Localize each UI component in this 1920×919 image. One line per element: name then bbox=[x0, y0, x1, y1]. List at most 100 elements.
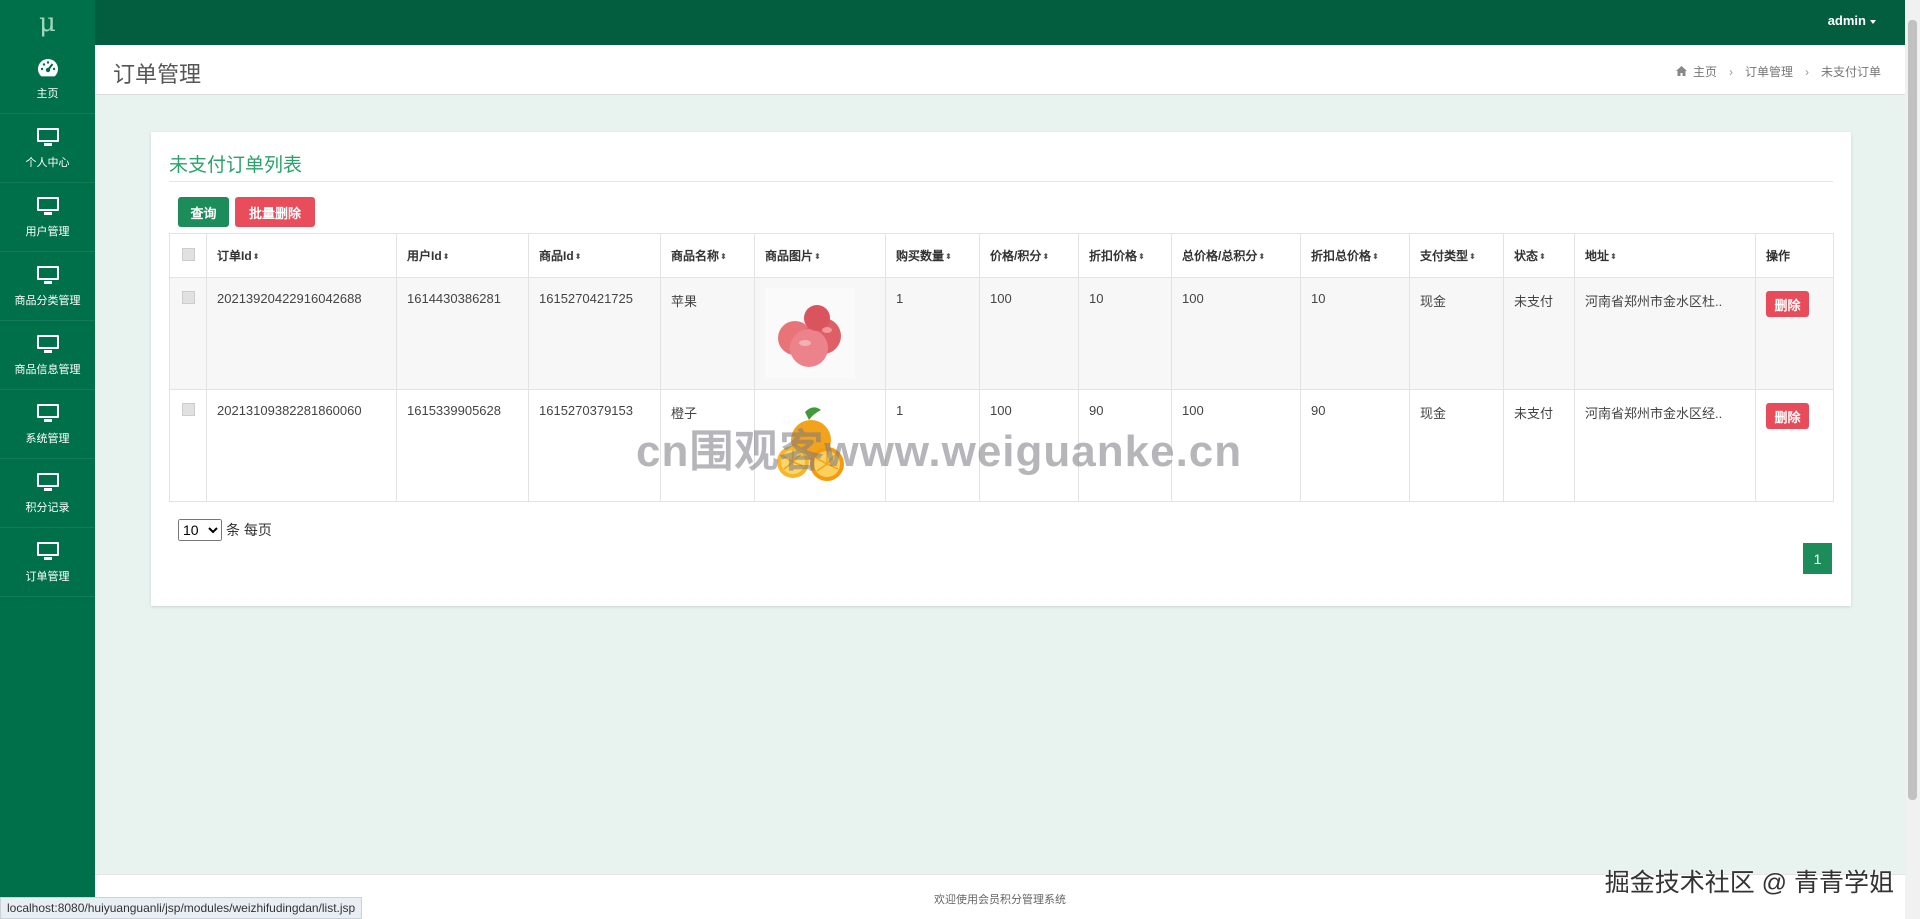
divider bbox=[169, 181, 1833, 182]
column-header[interactable]: 购买数量⬍ bbox=[885, 233, 980, 278]
delete-button[interactable]: 删除 bbox=[1766, 291, 1809, 317]
row-checkbox[interactable] bbox=[181, 403, 195, 416]
monitor-icon bbox=[35, 195, 61, 217]
apple-image bbox=[765, 288, 855, 378]
sort-icon: ⬍ bbox=[1042, 252, 1050, 262]
cell-goods-image bbox=[754, 277, 886, 390]
page-size-select[interactable]: 10 bbox=[178, 519, 222, 541]
column-header[interactable]: 价格/积分⬍ bbox=[979, 233, 1079, 278]
order-list-card: 未支付订单列表 查询 批量删除 订单Id⬍ 用户Id⬍ 商品Id⬍ 商品名称⬍ … bbox=[151, 132, 1851, 606]
sidebar-item-home[interactable]: 主页 bbox=[0, 45, 95, 114]
cell-status: 未支付 bbox=[1503, 389, 1575, 502]
user-menu[interactable]: admin bbox=[1828, 13, 1876, 28]
sort-icon: ⬍ bbox=[1610, 252, 1617, 262]
column-header[interactable]: 用户Id⬍ bbox=[396, 233, 529, 278]
cell-pay-type: 现金 bbox=[1409, 277, 1504, 390]
sidebar-item-profile[interactable]: 个人中心 bbox=[0, 114, 95, 183]
monitor-icon bbox=[35, 402, 61, 424]
monitor-icon bbox=[35, 126, 61, 148]
breadcrumb-orders[interactable]: 订单管理 bbox=[1745, 63, 1793, 80]
sort-icon: ⬍ bbox=[945, 252, 952, 262]
query-button[interactable]: 查询 bbox=[178, 197, 229, 227]
monitor-icon bbox=[35, 264, 61, 286]
cell-discount-total: 10 bbox=[1300, 277, 1410, 390]
chevron-right-icon: › bbox=[1728, 64, 1733, 79]
cell-status: 未支付 bbox=[1503, 277, 1575, 390]
caret-down-icon bbox=[1870, 19, 1876, 24]
sidebar-item-label: 商品分类管理 bbox=[14, 295, 81, 307]
table-header-row: 订单Id⬍ 用户Id⬍ 商品Id⬍ 商品名称⬍ 商品图片⬍ 购买数量⬍ 价格/积… bbox=[169, 233, 1834, 278]
cell-address: 河南省郑州市金水区杜.. bbox=[1574, 277, 1756, 390]
sidebar-item-goods[interactable]: 商品信息管理 bbox=[0, 321, 95, 390]
sidebar-item-orders[interactable]: 订单管理 bbox=[0, 528, 95, 597]
column-header[interactable]: 总价格/总积分⬍ bbox=[1171, 233, 1301, 278]
sort-icon: ⬍ bbox=[1258, 252, 1266, 262]
page-button-current[interactable]: 1 bbox=[1803, 543, 1832, 574]
sort-icon: ⬍ bbox=[1539, 252, 1546, 262]
page-size-label: 条 每页 bbox=[226, 522, 272, 538]
user-name: admin bbox=[1827, 13, 1866, 28]
breadcrumb-home[interactable]: 主页 bbox=[1693, 63, 1717, 80]
cell-user-id: 1614430386281 bbox=[396, 277, 529, 390]
sort-icon: ⬍ bbox=[1469, 252, 1476, 262]
watermark: cn围观客www.weiguanke.cn bbox=[636, 427, 1243, 476]
select-all-cell bbox=[169, 233, 207, 278]
delete-button[interactable]: 删除 bbox=[1766, 403, 1809, 429]
cell-pay-type: 现金 bbox=[1409, 389, 1504, 502]
sidebar-item-users[interactable]: 用户管理 bbox=[0, 183, 95, 252]
sidebar-item-points[interactable]: 积分记录 bbox=[0, 459, 95, 528]
cell-order-id: 20213920422916042688 bbox=[206, 277, 397, 390]
cell-discount-price: 10 bbox=[1078, 277, 1172, 390]
sort-icon: ⬍ bbox=[814, 252, 821, 262]
table-row: 20213920422916042688 1614430386281 16152… bbox=[169, 277, 1834, 390]
column-header[interactable]: 商品Id⬍ bbox=[528, 233, 661, 278]
column-header[interactable]: 商品图片⬍ bbox=[754, 233, 886, 278]
top-bar: admin bbox=[95, 0, 1920, 45]
sidebar-item-categories[interactable]: 商品分类管理 bbox=[0, 252, 95, 321]
page-scrollbar[interactable] bbox=[1905, 0, 1920, 919]
sidebar-item-label: 系统管理 bbox=[25, 433, 70, 445]
sidebar-item-label: 积分记录 bbox=[25, 502, 70, 514]
column-header[interactable]: 地址⬍ bbox=[1574, 233, 1756, 278]
breadcrumb-current: 未支付订单 bbox=[1820, 65, 1881, 79]
monitor-icon bbox=[35, 540, 61, 562]
sidebar-item-system[interactable]: 系统管理 bbox=[0, 390, 95, 459]
column-header[interactable]: 折扣总价格⬍ bbox=[1300, 233, 1410, 278]
sort-icon: ⬍ bbox=[574, 252, 582, 262]
cell-discount-total: 90 bbox=[1300, 389, 1410, 502]
column-header-actions: 操作 bbox=[1755, 233, 1834, 278]
cell-goods-id: 1615270421725 bbox=[528, 277, 661, 390]
column-header[interactable]: 订单Id⬍ bbox=[206, 233, 397, 278]
cell-user-id: 1615339905628 bbox=[396, 389, 529, 502]
sidebar: μ 主页 个人中心 用户管理 商品分类管理 商品信息管理 系统管理 积分记录 订… bbox=[0, 0, 95, 919]
sidebar-item-label: 用户管理 bbox=[25, 226, 70, 238]
row-checkbox[interactable] bbox=[181, 291, 195, 304]
sidebar-item-label: 商品信息管理 bbox=[14, 364, 81, 376]
app-logo: μ bbox=[39, 7, 56, 38]
home-icon bbox=[1675, 65, 1687, 79]
sort-icon: ⬍ bbox=[442, 252, 450, 262]
column-header[interactable]: 折扣价格⬍ bbox=[1078, 233, 1172, 278]
column-header[interactable]: 支付类型⬍ bbox=[1409, 233, 1504, 278]
batch-delete-button[interactable]: 批量删除 bbox=[235, 197, 315, 227]
card-title: 未支付订单列表 bbox=[169, 155, 303, 176]
cell-quantity: 1 bbox=[885, 277, 980, 390]
cell-total: 100 bbox=[1171, 277, 1301, 390]
sort-icon: ⬍ bbox=[1138, 252, 1145, 262]
status-bar-url: localhost:8080/huiyuanguanli/jsp/modules… bbox=[0, 897, 363, 919]
page-title: 订单管理 bbox=[113, 62, 202, 87]
corner-watermark: 掘金技术社区 @ 青青学姐 bbox=[1604, 869, 1894, 897]
cell-price: 100 bbox=[979, 277, 1079, 390]
cell-order-id: 20213109382281860060 bbox=[206, 389, 397, 502]
page-header: 订单管理 主页 › 订单管理 › 未支付订单 bbox=[95, 45, 1905, 95]
chevron-right-icon: › bbox=[1804, 64, 1809, 79]
sort-icon: ⬍ bbox=[720, 252, 727, 262]
monitor-icon bbox=[35, 471, 61, 493]
breadcrumb: 主页 › 订单管理 › 未支付订单 bbox=[1675, 63, 1881, 80]
column-header[interactable]: 商品名称⬍ bbox=[660, 233, 755, 278]
sidebar-item-label: 主页 bbox=[36, 88, 59, 100]
scrollbar-thumb[interactable] bbox=[1908, 20, 1917, 800]
cell-goods-name: 苹果 bbox=[660, 277, 755, 390]
select-all-checkbox[interactable] bbox=[181, 247, 195, 261]
column-header[interactable]: 状态⬍ bbox=[1503, 233, 1575, 278]
